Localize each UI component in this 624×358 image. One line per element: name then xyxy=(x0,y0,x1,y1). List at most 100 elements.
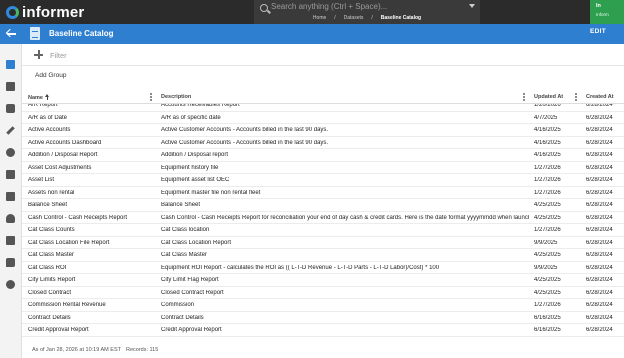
cell-name: Asset List xyxy=(28,177,55,183)
cell-description: Equipment master file non rental fleet xyxy=(161,189,261,196)
cell-name: Balance Sheet xyxy=(28,202,68,208)
calendar-icon xyxy=(6,236,15,245)
table-row[interactable]: Addition / Disposal Report Addition / Dis… xyxy=(22,149,624,162)
cell-updated-at: 4/25/2025 xyxy=(534,277,561,283)
cell-updated-at: 4/25/2025 xyxy=(534,214,561,221)
table-row[interactable]: Balance Sheet Balance Sheet 4/25/2025 6/28/… xyxy=(22,199,624,212)
cell-created-at: 6/28/2024 xyxy=(586,214,613,221)
chevron-down-icon[interactable] xyxy=(469,4,475,8)
add-group-button[interactable]: Add Group xyxy=(35,72,66,79)
filter-bar xyxy=(22,44,624,66)
search-icon xyxy=(260,4,268,12)
cell-description: Closed Contract Report xyxy=(161,289,224,296)
logo-text: informer xyxy=(22,3,85,21)
cell-name: City Limits Report xyxy=(28,277,76,283)
sidebar-item-snapshots[interactable] xyxy=(4,102,17,115)
informer-logo[interactable]: informer xyxy=(6,3,84,21)
cell-updated-at: 4/16/2025 xyxy=(534,139,561,146)
sidebar-item-library[interactable] xyxy=(4,168,17,181)
column-header-created[interactable]: Created At xyxy=(586,94,614,100)
sidebar-item-visuals[interactable] xyxy=(4,146,17,159)
table-row[interactable]: Cash Control - Cash Receipts Report Cash … xyxy=(22,212,624,224)
top-bar: informer Search anything (Ctrl + Space).… xyxy=(0,0,624,24)
sidebar-item-flows[interactable] xyxy=(4,190,17,203)
cell-name: Cat Class Master xyxy=(28,252,75,258)
cell-name: Asset Cost Adjustments xyxy=(28,164,92,171)
book-icon xyxy=(6,170,15,179)
column-header-updated[interactable]: Updated At xyxy=(534,94,563,100)
grid-header: Name Description Updated At Created At xyxy=(22,90,624,104)
cell-name: Closed Contract xyxy=(28,289,72,296)
sidebar-item-comments[interactable] xyxy=(4,256,17,269)
cell-name: Cash Control - Cash Receipts Report xyxy=(28,214,128,221)
cell-created-at: 6/28/2024 xyxy=(586,314,613,321)
users-icon xyxy=(6,214,15,223)
table-row[interactable]: Active Accounts Active Customer Accounts … xyxy=(22,124,624,137)
cell-description: Addition / Disposal report xyxy=(161,152,229,158)
cell-name: Commission Rental Revenue xyxy=(28,302,106,308)
sidebar-item-settings[interactable] xyxy=(4,278,17,291)
edit-button[interactable]: EDIT xyxy=(590,28,606,35)
cell-name: Active Accounts Dashboard xyxy=(28,139,102,146)
breadcrumb-datasets[interactable]: Datasets xyxy=(344,15,364,21)
cell-description: Cash Control - Cash Receipts Report for … xyxy=(161,214,529,221)
cell-name: Contract Details xyxy=(28,314,71,321)
breadcrumb-home[interactable]: Home xyxy=(313,15,326,21)
table-row[interactable]: Cat Class Master Cat Class Master 4/25/202… xyxy=(22,249,624,262)
cell-description: Equipment ROI Report - calculates the RO… xyxy=(161,264,440,271)
cell-created-at: 6/28/2024 xyxy=(586,177,613,183)
back-arrow-icon[interactable] xyxy=(5,28,19,40)
cell-name: A/R as of Date xyxy=(28,114,68,121)
table-row[interactable]: Cat Class ROI Equipment ROI Report - calc… xyxy=(22,262,624,274)
cell-updated-at: 1/27/2026 xyxy=(534,189,561,196)
table-row[interactable]: Commission Rental Revenue Commission 1/27/… xyxy=(22,299,624,312)
user-menu[interactable]: In Inform xyxy=(590,0,624,24)
table-row[interactable]: Asset List Equipment asset list OEC 1/27/2… xyxy=(22,174,624,187)
sidebar-item-data[interactable] xyxy=(4,58,17,71)
table-row[interactable]: Cat Class Counts Cat Class location 1/27/2… xyxy=(22,224,624,237)
column-menu-icon[interactable] xyxy=(150,93,152,101)
column-header-name[interactable]: Name xyxy=(28,94,50,101)
sidebar-item-sharing[interactable] xyxy=(4,212,17,225)
cell-updated-at: 6/16/2025 xyxy=(534,314,561,321)
cell-created-at: 6/28/2024 xyxy=(586,277,613,283)
column-header-description[interactable]: Description xyxy=(161,94,191,100)
cell-description: Active Customer Accounts - Accounts bill… xyxy=(161,127,329,133)
cell-description: City Limit Flag Report xyxy=(161,277,219,283)
table-row[interactable]: Assets non rental Equipment master file n… xyxy=(22,187,624,199)
cell-created-at: 6/28/2024 xyxy=(586,152,613,158)
cell-description: Contract Details xyxy=(161,314,204,321)
cell-name: Assets non rental xyxy=(28,189,75,196)
table-row[interactable]: Closed Contract Closed Contract Report 4/2… xyxy=(22,287,624,299)
document-icon xyxy=(6,60,15,69)
table-row[interactable]: A/R as of Date A/R as of specific date 4/7… xyxy=(22,112,624,124)
cell-updated-at: 4/16/2025 xyxy=(534,127,561,133)
cell-description: Active Customer Accounts - Accounts bill… xyxy=(161,139,329,146)
cell-created-at: 6/28/2024 xyxy=(586,164,613,171)
filter-input[interactable] xyxy=(50,48,350,62)
cell-updated-at: 9/9/2025 xyxy=(534,239,558,246)
cell-name: Cat Class ROI xyxy=(28,264,67,271)
column-menu-icon[interactable] xyxy=(575,93,577,101)
cell-description: Cat Class Master xyxy=(161,252,208,258)
table-row[interactable]: Cat Class Location File Report Cat Class … xyxy=(22,237,624,249)
grid-rows: A/R Report Accounts Receivables Report 1/2… xyxy=(22,99,624,337)
table-row[interactable]: Credit Approval Report Credit Approval Re… xyxy=(22,324,624,337)
cell-created-at: 6/28/2024 xyxy=(586,327,613,333)
plus-icon[interactable] xyxy=(34,50,43,59)
table-row[interactable]: City Limits Report City Limit Flag Report… xyxy=(22,274,624,287)
sidebar-item-actions[interactable] xyxy=(4,124,17,137)
cell-created-at: 6/28/2024 xyxy=(586,114,613,121)
cell-created-at: 6/28/2024 xyxy=(586,227,613,233)
breadcrumb-current: Baseline Catalog xyxy=(380,15,422,21)
data-grid: Name Description Updated At Created At A… xyxy=(22,90,624,340)
table-row[interactable]: Asset Cost Adjustments Equipment history … xyxy=(22,162,624,174)
table-row[interactable]: Active Accounts Dashboard Active Customer… xyxy=(22,137,624,149)
cell-name: Cat Class Counts xyxy=(28,227,75,233)
sidebar-item-schedule[interactable] xyxy=(4,234,17,247)
cell-created-at: 6/28/2024 xyxy=(586,139,613,146)
column-menu-icon[interactable] xyxy=(523,93,525,101)
sidebar-item-table[interactable] xyxy=(4,80,17,93)
table-row[interactable]: Contract Details Contract Details 6/16/202… xyxy=(22,312,624,324)
cell-updated-at: 6/16/2025 xyxy=(534,327,561,333)
